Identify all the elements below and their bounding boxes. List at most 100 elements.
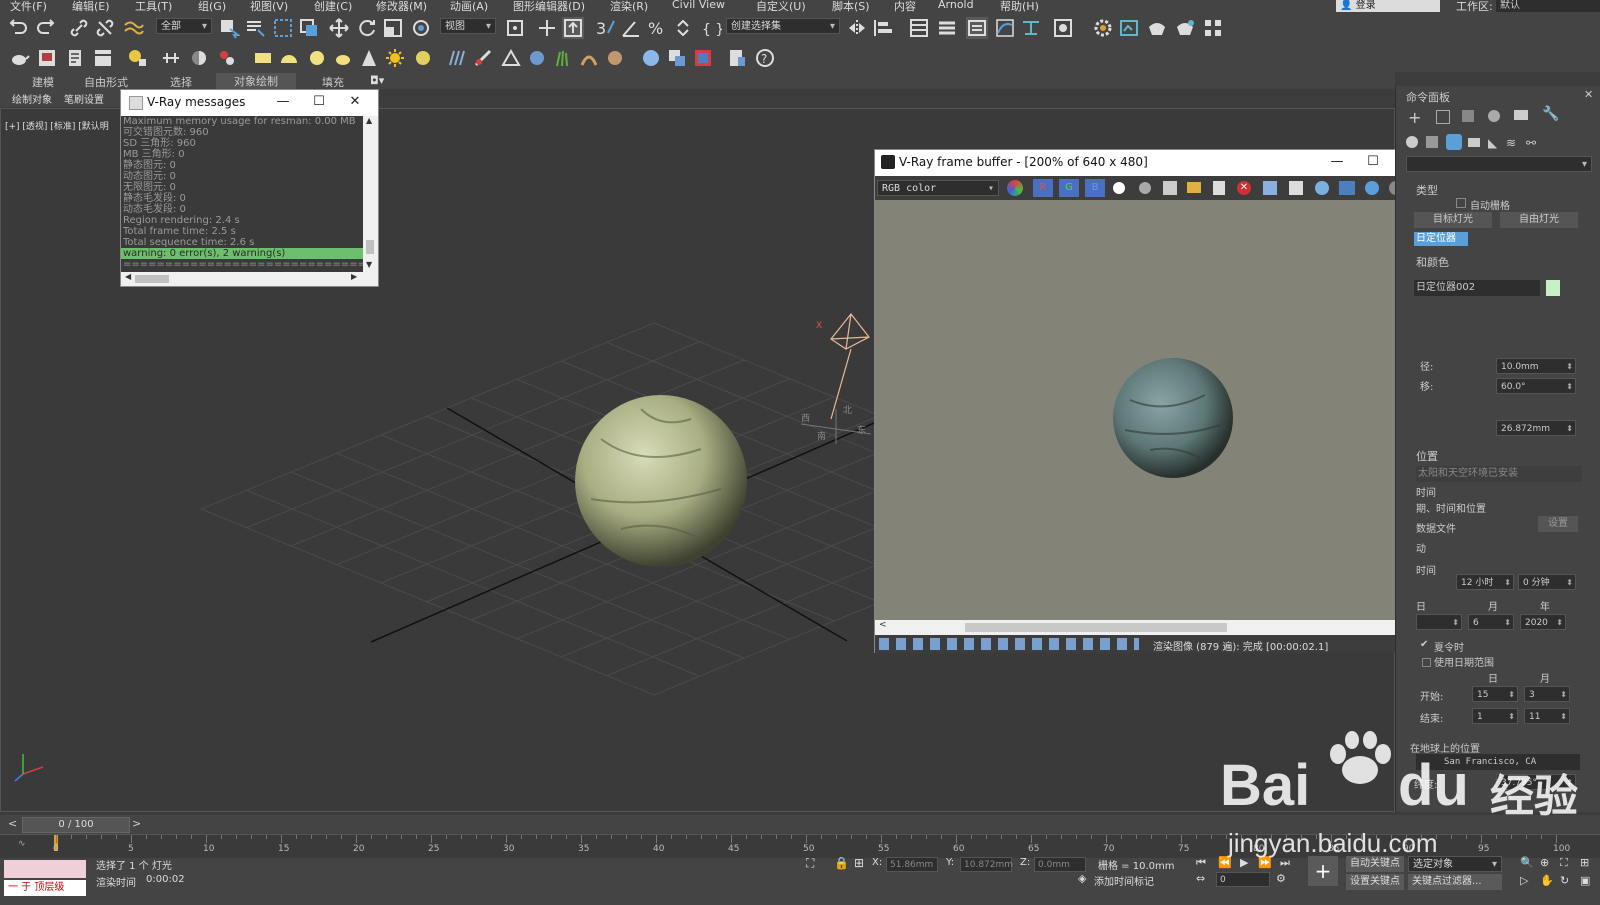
scroll-thumb[interactable] <box>366 240 374 254</box>
scroll-left-icon[interactable]: ◀ <box>125 272 131 281</box>
clear-icon[interactable]: ✕ <box>1237 181 1251 195</box>
next-frame-icon[interactable]: > <box>132 817 141 830</box>
selection-filter-dropdown[interactable]: 全部 <box>156 18 212 35</box>
material-editor-icon[interactable] <box>1052 17 1074 39</box>
north-distance-spinner[interactable]: 26.872mm <box>1496 420 1576 437</box>
manual-radio[interactable]: 动 <box>1416 540 1426 555</box>
key-filters-button[interactable]: 关键点过滤器... <box>1408 874 1502 890</box>
redo-icon[interactable] <box>34 17 56 39</box>
rect-selection-icon[interactable] <box>272 17 294 39</box>
placement-icon[interactable] <box>410 17 432 39</box>
scroll-up-icon[interactable]: ▲ <box>366 116 372 125</box>
spinner-snap-icon[interactable] <box>672 17 694 39</box>
vray-plane-light-icon[interactable] <box>252 47 274 69</box>
setup-button[interactable]: 设置 <box>1538 516 1578 532</box>
time-tag-icon[interactable]: ◈ <box>1078 872 1086 885</box>
cameras-icon[interactable] <box>1468 138 1480 147</box>
radius-spinner[interactable]: 10.0mm <box>1496 358 1576 375</box>
free-light-button[interactable]: 自由灯光 <box>1500 212 1578 228</box>
ribbon-options-icon[interactable]: ◘▾ <box>370 74 384 87</box>
link-icon[interactable] <box>68 17 90 39</box>
minutes-spinner[interactable]: 0 分钟 <box>1518 574 1576 591</box>
maximize-icon[interactable]: ☐ <box>1355 150 1391 174</box>
key-mode-icon[interactable]: ⇔ <box>1196 872 1205 885</box>
maximize-icon[interactable]: ☐ <box>301 90 337 114</box>
minimize-icon[interactable]: — <box>265 90 301 114</box>
log-horizontal-scrollbar[interactable]: ◀ ▶ <box>121 272 363 286</box>
hours-spinner[interactable]: 12 小时 <box>1456 574 1514 591</box>
vray-ies-icon[interactable] <box>358 47 380 69</box>
show-ui-icon[interactable] <box>1339 181 1355 195</box>
systems-icon[interactable]: ⚯ <box>1526 136 1536 150</box>
frame-counter[interactable]: 0 / 100 <box>22 817 130 833</box>
auto-grid-checkbox[interactable] <box>1456 198 1466 208</box>
close-icon[interactable]: ✕ <box>337 90 373 114</box>
vray-sphere-icon[interactable] <box>188 47 210 69</box>
tab-modeling[interactable]: 建模 <box>32 74 54 90</box>
select-manipulate-icon[interactable] <box>536 17 558 39</box>
percent-snap-icon[interactable]: % <box>646 17 668 39</box>
curve-editor-icon[interactable] <box>994 17 1016 39</box>
sun-positioner-button[interactable]: 日定位器 <box>1414 232 1468 246</box>
vray-dome-light-icon[interactable] <box>278 47 300 69</box>
vray-scatter-icon[interactable] <box>526 47 548 69</box>
vray-ambient-icon[interactable] <box>412 47 434 69</box>
end-month-spinner[interactable]: 11 <box>1524 708 1570 725</box>
scale-icon[interactable] <box>382 17 404 39</box>
track-mouse-icon[interactable] <box>1289 181 1303 195</box>
select-by-name-icon[interactable] <box>244 17 266 39</box>
vray-sphere-light-icon[interactable] <box>306 47 328 69</box>
modify-tab-icon[interactable] <box>1436 110 1450 124</box>
vray-frame-buffer-window[interactable]: V-Ray frame buffer - [200% of 640 x 480]… <box>874 149 1442 653</box>
scene-explorer-icon[interactable] <box>908 17 930 39</box>
vray-mesh-light-icon[interactable] <box>332 47 354 69</box>
tab-freeform[interactable]: 自由形式 <box>84 74 128 90</box>
tab-populate[interactable]: 填充 <box>322 74 344 90</box>
keyboard-shortcut-override-icon[interactable] <box>562 17 584 39</box>
vray-hair-icon[interactable] <box>578 47 600 69</box>
vray-grass-icon[interactable] <box>552 47 574 69</box>
render-image[interactable] <box>875 200 1427 620</box>
render-frame-icon[interactable] <box>36 47 58 69</box>
date-time-location-radio[interactable]: 期、时间和位置 <box>1416 500 1486 515</box>
alpha-white-icon[interactable] <box>1113 182 1125 194</box>
light-category-dropdown[interactable] <box>1406 156 1592 173</box>
y-coord-field[interactable]: 10.872mm <box>960 857 1013 872</box>
create-tab-icon[interactable]: + <box>1408 108 1421 127</box>
reference-coord-dropdown[interactable]: 视图 <box>440 18 496 35</box>
workspace-dropdown[interactable]: 默认 <box>1496 0 1600 12</box>
display-tab-icon[interactable] <box>1514 110 1528 120</box>
menu-arnold[interactable]: Arnold <box>938 0 974 11</box>
vray-messages-window[interactable]: V-Ray messages — ☐ ✕ Maximum memory usag… <box>120 89 379 287</box>
shapes-icon[interactable] <box>1426 136 1438 148</box>
vray-messages-titlebar[interactable]: V-Ray messages — ☐ ✕ <box>121 90 378 116</box>
undo-icon[interactable] <box>8 17 30 39</box>
vray-convert-icon[interactable] <box>692 47 714 69</box>
end-day-spinner[interactable]: 1 <box>1472 708 1518 725</box>
named-selection-dropdown[interactable]: 创建选择集 <box>726 18 840 35</box>
vray-material-icon[interactable] <box>640 47 662 69</box>
blue-channel-icon[interactable]: B <box>1085 179 1105 197</box>
render-cloud-icon[interactable] <box>1174 17 1196 39</box>
set-key-button[interactable]: 设置关键点 <box>1346 874 1404 890</box>
panel-icon[interactable] <box>92 47 114 69</box>
start-day-spinner[interactable]: 15 <box>1472 686 1518 703</box>
vfb-bottom-tools[interactable] <box>879 638 1139 650</box>
edit-named-selection-icon[interactable]: { } <box>700 17 724 39</box>
current-frame-field[interactable]: 0 <box>1216 872 1270 887</box>
vray-proxy-icon[interactable] <box>216 47 238 69</box>
object-color-swatch[interactable] <box>1546 280 1560 296</box>
vfb-hscroll-thumb[interactable] <box>965 623 1227 632</box>
scroll-down-icon[interactable]: ▼ <box>366 260 372 269</box>
clipboard-icon[interactable] <box>1213 181 1225 195</box>
rendered-frame-window-icon[interactable] <box>1118 17 1140 39</box>
save-icon[interactable] <box>1163 181 1177 195</box>
tab-selection[interactable]: 选择 <box>170 74 192 90</box>
z-coord-field[interactable]: 0.0mm <box>1034 857 1086 872</box>
light-lister-icon[interactable] <box>126 47 148 69</box>
goto-start-icon[interactable]: ⏮ <box>1196 856 1206 870</box>
folder-icon[interactable] <box>1187 182 1201 193</box>
vray-sun-icon[interactable] <box>384 47 406 69</box>
subtab-paint-objects[interactable]: 绘制对象 <box>12 91 52 106</box>
vray-displacement-icon[interactable] <box>500 47 522 69</box>
